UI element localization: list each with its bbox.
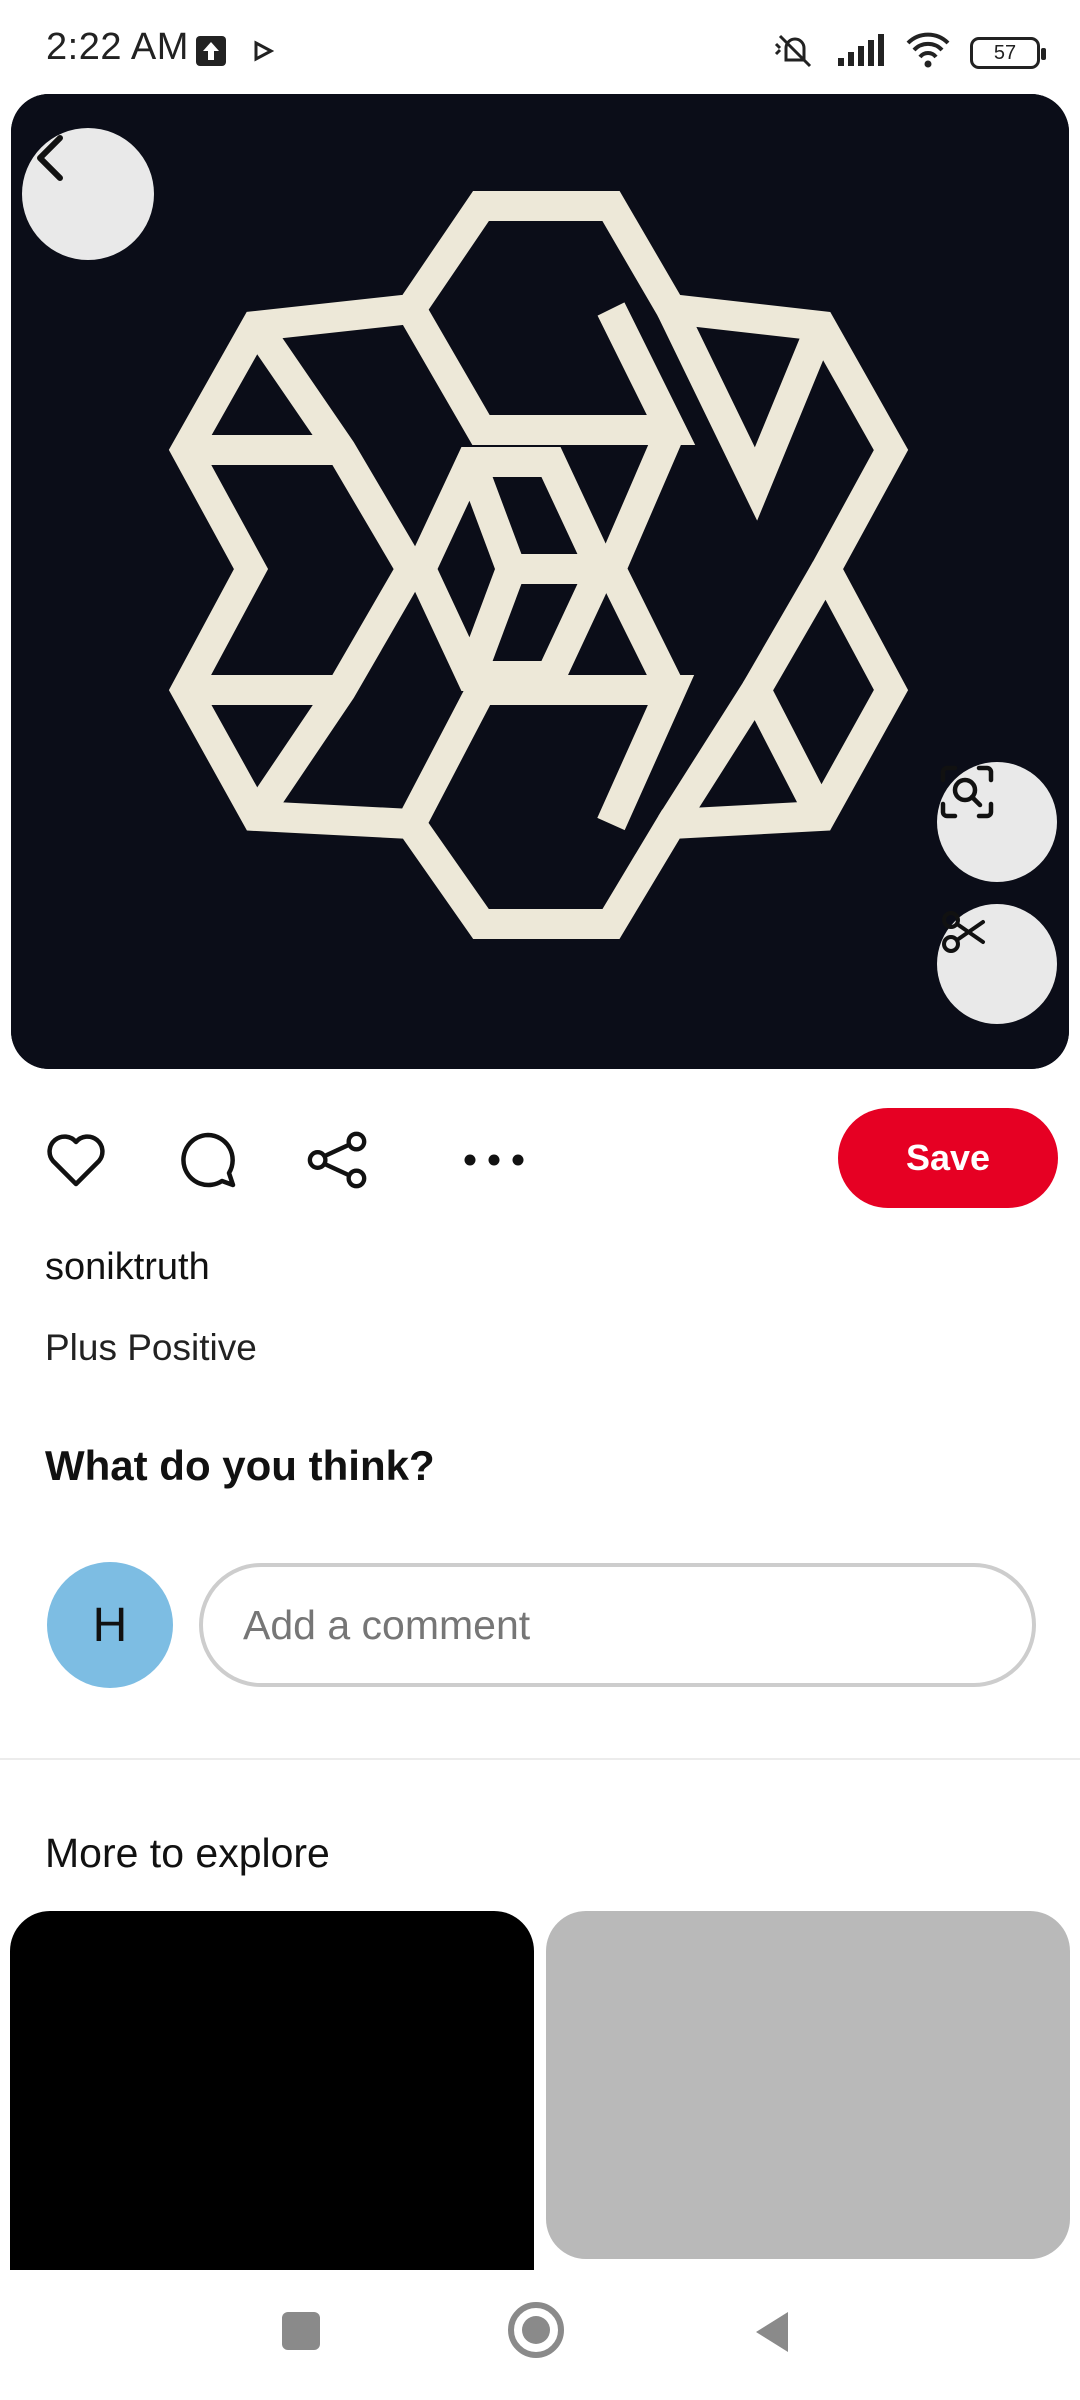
wifi-icon bbox=[904, 31, 952, 74]
explore-heading: More to explore bbox=[45, 1830, 330, 1876]
upload-icon bbox=[196, 36, 226, 66]
divider bbox=[0, 1758, 1080, 1760]
mute-icon bbox=[772, 30, 818, 75]
more-icon[interactable] bbox=[462, 1128, 526, 1192]
pin-author[interactable]: soniktruth bbox=[45, 1246, 210, 1289]
comment-input[interactable] bbox=[199, 1563, 1036, 1687]
comment-icon[interactable] bbox=[176, 1128, 240, 1192]
status-icons: 57 bbox=[772, 30, 1046, 75]
heart-icon[interactable] bbox=[44, 1128, 108, 1192]
comments-heading: What do you think? bbox=[45, 1442, 435, 1489]
pin-title: Plus Positive bbox=[45, 1327, 257, 1368]
signal-icon bbox=[836, 32, 886, 73]
share-icon[interactable] bbox=[306, 1128, 370, 1192]
back-nav-button[interactable] bbox=[750, 2308, 794, 2361]
battery-icon: 57 bbox=[970, 36, 1046, 69]
home-button[interactable] bbox=[508, 2302, 564, 2358]
action-row: Save bbox=[0, 1108, 1080, 1208]
explore-card-2[interactable] bbox=[546, 1911, 1070, 2259]
hexagonal-plus-pattern bbox=[11, 94, 1069, 1069]
play-icon bbox=[252, 40, 275, 67]
scissors-icon bbox=[942, 911, 985, 953]
back-button[interactable] bbox=[22, 128, 154, 260]
save-button[interactable]: Save bbox=[838, 1108, 1058, 1208]
visual-search-button[interactable] bbox=[937, 762, 1057, 882]
system-nav-bar bbox=[0, 2270, 1080, 2400]
avatar[interactable]: H bbox=[47, 1562, 173, 1688]
status-time: 2:22 AM bbox=[46, 26, 189, 68]
cutout-button[interactable] bbox=[937, 904, 1057, 1024]
chevron-left-icon bbox=[37, 135, 63, 181]
pin-image[interactable] bbox=[11, 94, 1069, 1069]
recents-button[interactable] bbox=[282, 2312, 320, 2350]
lens-search-icon bbox=[940, 765, 994, 819]
status-bar: 2:22 AM 57 bbox=[0, 0, 1080, 94]
explore-card-1[interactable] bbox=[10, 1911, 534, 2271]
